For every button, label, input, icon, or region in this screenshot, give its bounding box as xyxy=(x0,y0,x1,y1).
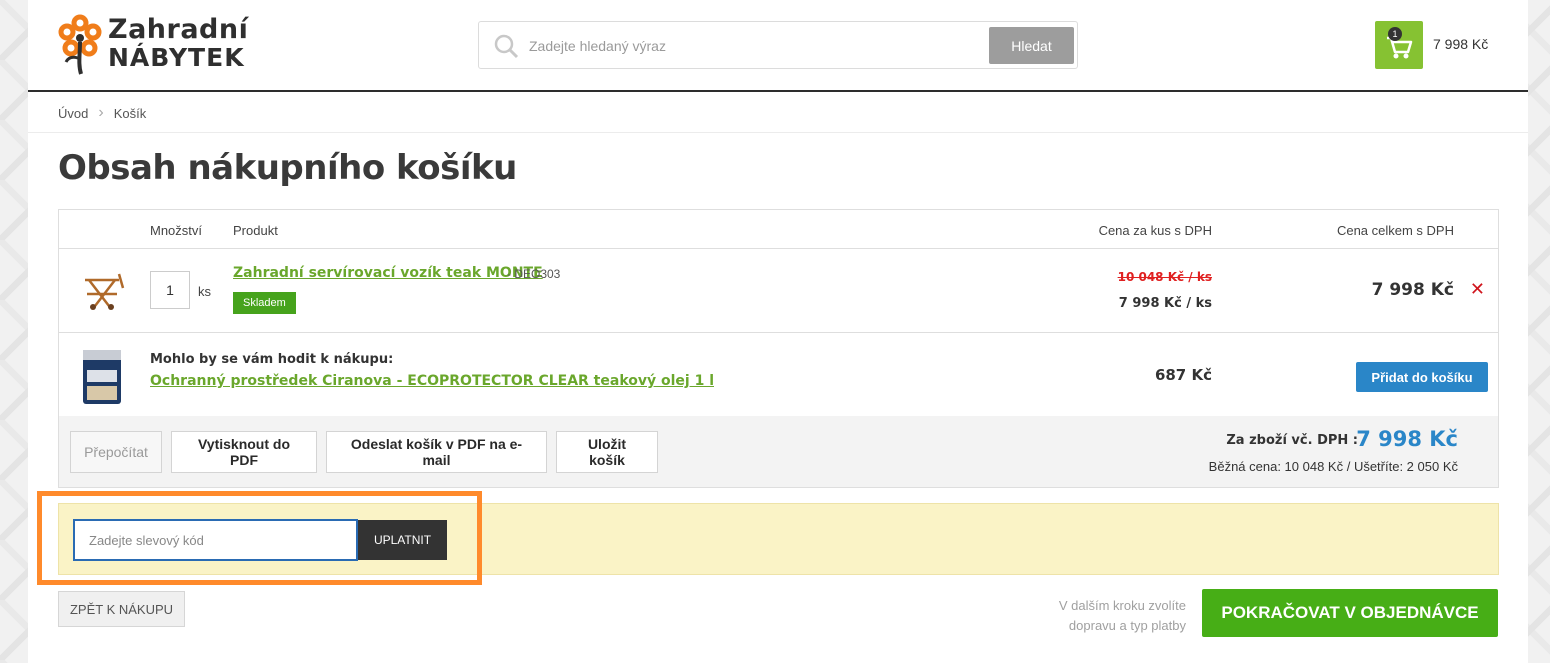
search-button[interactable]: Hledat xyxy=(989,27,1074,64)
upsell-product-image[interactable] xyxy=(81,348,123,406)
old-unit-price: 10 048 Kč / ks xyxy=(1117,270,1212,284)
product-image[interactable] xyxy=(79,268,127,312)
quantity-input[interactable]: 1 xyxy=(150,271,190,309)
divider xyxy=(59,248,1498,249)
cart-table: Množství Produkt Cena za kus s DPH Cena … xyxy=(58,209,1499,488)
column-header-unit-price: Cena za kus s DPH xyxy=(1098,223,1212,238)
logo-line-2: NÁBYTEK xyxy=(108,43,245,72)
upsell-product-link[interactable]: Ochranný prostředek Ciranova - ECOPROTEC… xyxy=(150,373,714,389)
logo[interactable]: Zahradní NÁBYTEK xyxy=(58,14,248,76)
column-header-total-price: Cena celkem s DPH xyxy=(1336,223,1454,238)
header: Zahradní NÁBYTEK Hledat 1 7 998 Kč xyxy=(28,0,1528,92)
logo-line-1: Zahradní xyxy=(108,14,249,45)
divider xyxy=(59,332,1498,333)
breadcrumb-home[interactable]: Úvod xyxy=(58,106,88,121)
breadcrumb-current: Košík xyxy=(113,105,147,121)
next-step-note-line-1: V dalším kroku zvolíte xyxy=(1058,598,1186,613)
summary-label: Za zboží vč. DPH : xyxy=(1226,433,1358,448)
cart-button[interactable]: 1 xyxy=(1375,21,1423,69)
continue-order-button[interactable]: POKRAČOVAT V OBJEDNÁVCE xyxy=(1202,589,1498,637)
page-title: Obsah nákupního košíku xyxy=(58,148,517,188)
product-code: - DEO303 xyxy=(507,267,561,281)
upsell-price: 687 Kč xyxy=(1154,366,1212,384)
add-to-cart-button[interactable]: Přidat do košíku xyxy=(1356,362,1488,392)
column-header-product: Produkt xyxy=(233,223,278,238)
stock-badge: Skladem xyxy=(233,292,296,314)
chevron-right-icon: › xyxy=(98,104,104,121)
search-icon xyxy=(494,34,519,59)
back-to-shopping-button[interactable]: ZPĚT K NÁKUPU xyxy=(58,591,185,627)
cart-actions-row: Přepočítat Vytisknout do PDF Odeslat koš… xyxy=(59,416,1498,487)
cart-count-badge: 1 xyxy=(1388,27,1402,41)
upsell-label: Mohlo by se vám hodit k nákupu: xyxy=(150,352,394,367)
unit-price: 7 998 Kč / ks xyxy=(1118,296,1212,311)
print-pdf-button[interactable]: Vytisknout do PDF xyxy=(171,431,317,473)
next-step-note-line-2: dopravu a typ platby xyxy=(1068,618,1186,633)
logo-text: Zahradní NÁBYTEK xyxy=(108,16,248,72)
divider xyxy=(28,132,1528,133)
recalculate-button[interactable]: Přepočítat xyxy=(70,431,162,473)
email-pdf-button[interactable]: Odeslat košík v PDF na e-mail xyxy=(326,431,547,473)
item-total-price: 7 998 Kč xyxy=(1371,280,1454,300)
summary-total: 7 998 Kč xyxy=(1356,427,1458,451)
search-bar: Hledat xyxy=(478,21,1078,69)
highlight-box xyxy=(37,491,482,585)
flower-logo-icon xyxy=(58,14,102,75)
quantity-unit: ks xyxy=(198,284,211,299)
page: Zahradní NÁBYTEK Hledat 1 7 998 Kč Úvod … xyxy=(28,0,1528,663)
next-step-note: V dalším kroku zvolíte dopravu a typ pla… xyxy=(1059,596,1186,636)
save-cart-button[interactable]: Uložit košík xyxy=(556,431,658,473)
breadcrumb: Úvod › Košík xyxy=(58,104,146,122)
search-input[interactable] xyxy=(529,34,969,58)
cart-total[interactable]: 7 998 Kč xyxy=(1433,36,1488,52)
product-link[interactable]: Zahradní servírovací vozík teak MONTE xyxy=(233,265,543,281)
summary-savings: Běžná cena: 10 048 Kč / Ušetříte: 2 050 … xyxy=(1208,459,1458,474)
remove-item-icon[interactable]: ✕ xyxy=(1470,280,1485,300)
column-header-quantity: Množství xyxy=(150,223,203,238)
